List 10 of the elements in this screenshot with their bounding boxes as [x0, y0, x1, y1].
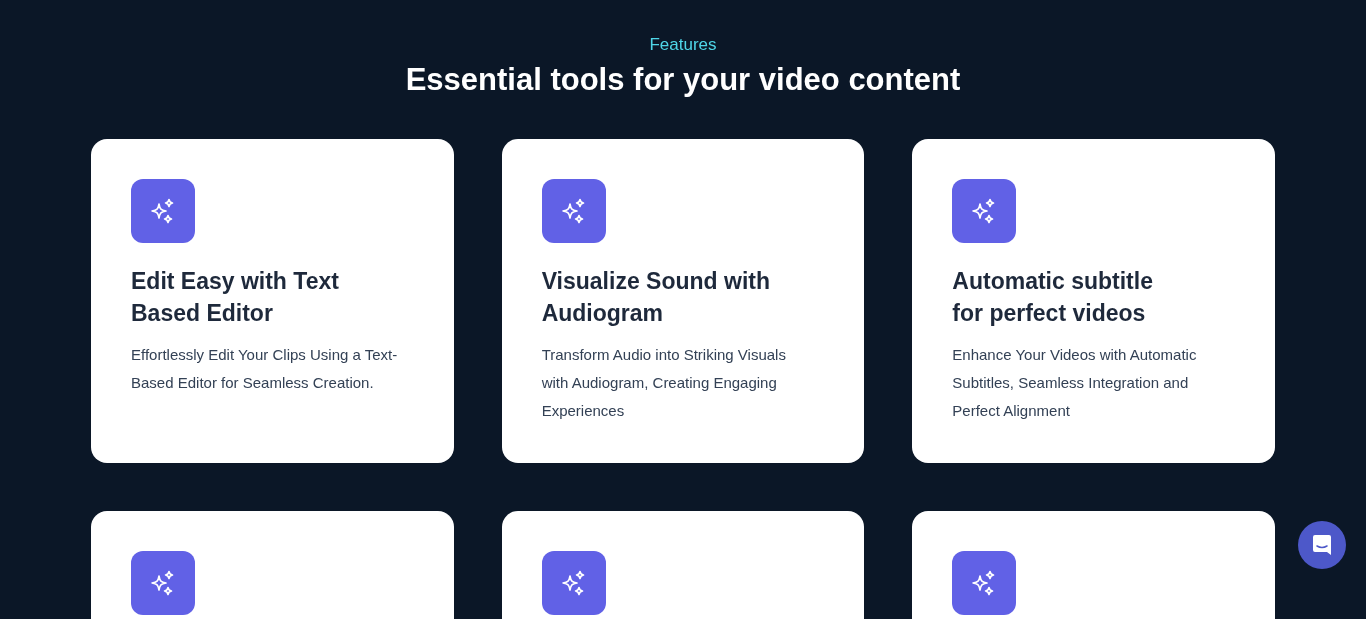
feature-description: Enhance Your Videos with Automatic Subtitles, Seamless Integration and Perfect Alignment	[952, 345, 1198, 421]
section-eyebrow: Features	[649, 34, 717, 56]
feature-title: Edit Easy with Text Based Editor	[131, 267, 340, 328]
feature-title: Visualize Sound with Audiogram	[541, 267, 771, 328]
feature-title: Automatic subtitle for perfect videos	[952, 267, 1154, 328]
chat-button[interactable]	[1298, 521, 1346, 569]
section-heading: Essential tools for your video content	[405, 61, 961, 99]
feature-description: Transform Audio into Striking Visuals with Audiogram, Creating Engaging Experiences	[541, 345, 787, 421]
chat-icon	[1312, 534, 1332, 556]
feature-description: Effortlessly Edit Your Clips Using a Text-Based Editor for Seamless Creation.	[131, 345, 399, 393]
